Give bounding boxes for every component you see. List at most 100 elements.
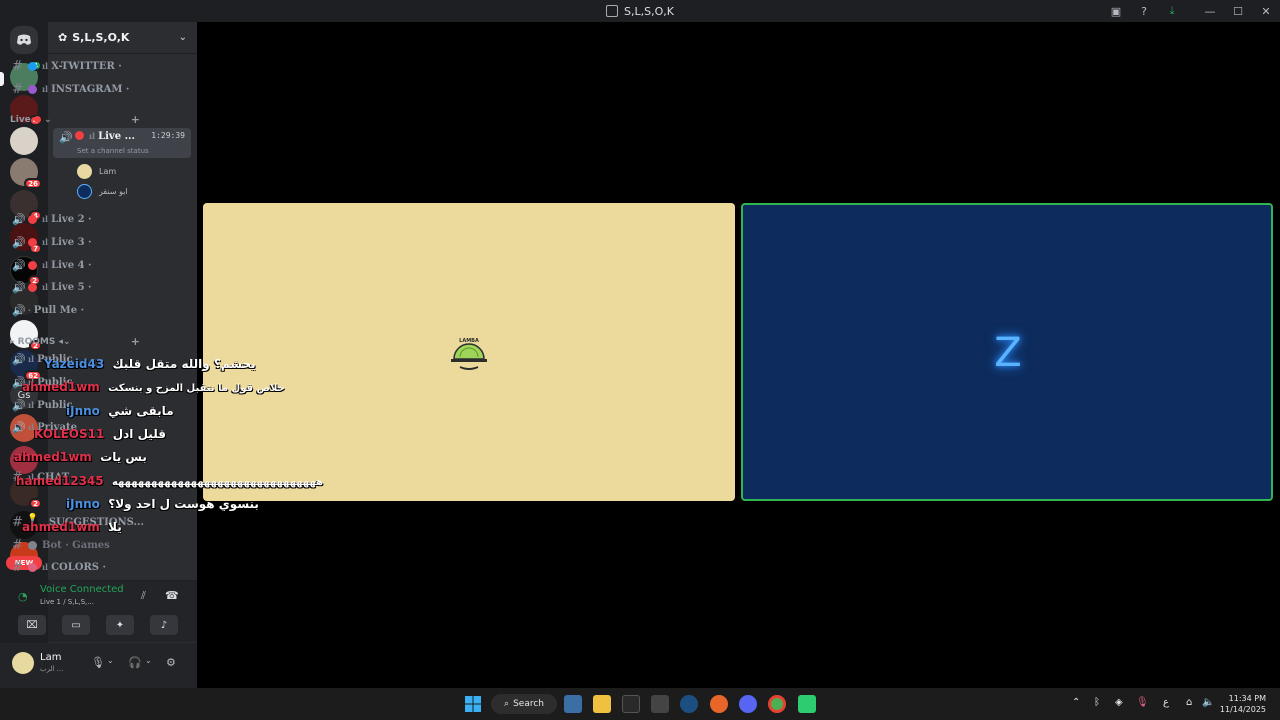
windows-taskbar [0,688,1280,720]
tray-microphone-icon[interactable]: 🎙 [1136,697,1149,708]
clock-date: 11/14/2025 [1219,705,1266,714]
close-button[interactable]: ✕ [1252,0,1280,22]
speaker-icon: 🔊 [59,131,73,144]
server-name: S,L,S,O,K [72,31,130,44]
chrome-icon[interactable] [768,695,786,713]
noise-suppression-icon[interactable]: ⫽ [141,589,146,603]
category-rooms[interactable]: ▸ ROOMS ◂⌄ + [10,335,140,348]
user-status: الرب ... [40,665,64,673]
unread-badge: 26 [24,178,42,189]
minimize-button[interactable]: — [1196,0,1224,22]
svg-text:LAMBA: LAMBA [459,338,479,344]
taskbar-search[interactable]: ⌕ Search [491,694,557,714]
chevron-down-icon: ⌄ [178,32,187,43]
live-dot-icon [28,237,37,247]
wifi-icon[interactable]: ⌂ [1186,697,1192,708]
channel-colors[interactable]: # ıl COLORS · [6,557,144,577]
category-live[interactable]: Live ⌄ + [10,113,140,126]
app-icon[interactable] [798,695,816,713]
search-icon: ⌕ [504,699,510,709]
speaker-icon: 🔊 [12,303,26,317]
discord-taskbar-icon[interactable] [739,695,757,713]
disconnect-icon[interactable]: ☎ [165,589,179,602]
channel-live-5[interactable]: 🔊 ıl Live 5 · [6,277,144,297]
server-icon[interactable]: 26 [10,158,42,189]
signal-icon[interactable]: ◔ [18,590,28,603]
hash-icon: # [12,537,23,553]
tray-language[interactable]: ع [1163,697,1169,708]
file-explorer-icon[interactable] [593,695,611,713]
chevron-down-icon[interactable]: ⌄ [107,656,114,665]
user-name[interactable]: Lam [40,652,61,663]
voice-connected-title[interactable]: Voice Connected [40,584,124,595]
bot-icon [28,540,37,550]
add-channel-icon[interactable]: + [131,335,140,348]
windows-start-icon[interactable] [464,695,482,713]
download-icon[interactable]: ⤓ [1158,0,1186,22]
unread-badge: 2 [29,498,42,509]
channel-instagram[interactable]: # ıl INSTAGRAM · [6,79,144,99]
chat-overlay-message: hamed12345 ههههههههههههههههههههههههههههه… [16,474,324,488]
settings-gear-icon[interactable]: ⚙ [166,656,176,669]
app-icon [606,5,619,17]
channel-status[interactable]: Set a channel status [77,147,149,155]
hash-icon: # [12,559,23,575]
live-dot-icon [75,131,84,140]
lamb-avatar-logo: LAMBA [448,335,490,373]
clock-time: 11:34 PM [1228,694,1266,703]
chat-overlay-message: ahmed1wm بس يات [14,450,147,464]
help-icon[interactable]: ? [1130,0,1158,22]
twitter-icon [28,61,37,71]
live-dot-icon [28,214,37,224]
chat-overlay-message: ahmed1wm يلا [22,520,122,534]
tray-chevron-up-icon[interactable]: ⌃ [1072,697,1080,708]
microphone-icon[interactable]: 🎙 [91,656,105,669]
voice-member[interactable]: ابو سنقر [77,182,128,200]
hash-icon: # [12,58,23,74]
headphones-icon[interactable]: 🎧 [128,656,142,669]
chevron-down-icon[interactable]: ⌄ [145,656,152,665]
tray-network-app-icon[interactable]: ◈ [1115,697,1123,708]
store-icon[interactable] [564,695,582,713]
chat-overlay-message: ahmed1wm خلاص قول ما نتقبل المزح و بنسكت [22,380,285,394]
chat-overlay-message: iJnno مابقى شي [66,404,174,418]
discord-home-button[interactable] [10,26,38,54]
camera-off-button[interactable]: ⌧ [18,615,46,635]
chat-overlay-message: KOLEOS11 قليل ادل [34,427,166,441]
avatar [77,183,92,199]
tray-app-icon[interactable]: ᛒ [1094,697,1100,708]
channel-x-twitter[interactable]: # ıl X-TWITTER · [6,56,144,76]
channel-live-3[interactable]: 🔊 ıl Live 3 · [6,232,144,252]
server-badge-icon: ✿ [58,31,68,44]
channel-pull-me[interactable]: 🔊 · Pull Me · [6,300,144,320]
channel-bot-games[interactable]: # Bot · Games [6,535,144,555]
server-icon[interactable] [10,127,38,155]
inbox-icon[interactable]: ▣ [1102,0,1130,22]
soundboard-button[interactable]: ♪ [150,615,178,635]
speaker-icon: 🔊 [12,398,26,412]
channel-live-2[interactable]: 🔊 ıl Live 2 · [6,209,144,229]
hash-icon: # [12,81,23,97]
live-dot-icon [28,260,37,270]
screen-share-button[interactable]: ▭ [62,615,90,635]
add-channel-icon[interactable]: + [131,113,140,126]
app-icon[interactable] [651,695,669,713]
voice-channel-link[interactable]: Live 1 / S,L,S,... [40,598,94,606]
steam-icon[interactable] [680,695,698,713]
channel-live-4[interactable]: 🔊 ıl Live 4 · [6,255,144,275]
maximize-button[interactable]: ☐ [1224,0,1252,22]
avatar [77,163,92,179]
z-avatar-logo: Z [994,330,1022,376]
instagram-icon [28,84,37,94]
server-header[interactable]: ✿ S,L,S,O,K ⌄ [48,22,197,54]
voice-member[interactable]: Lam [77,162,116,180]
selected-server-indicator [0,72,4,86]
activities-button[interactable]: ✦ [106,615,134,635]
taskbar-clock[interactable]: 11:34 PM 11/14/2025 [1220,693,1266,715]
discord-icon [17,34,31,45]
firefox-icon[interactable] [710,695,728,713]
user-avatar[interactable] [12,652,34,674]
speaker-icon: 🔊 [12,235,26,249]
epic-games-icon[interactable] [622,695,640,713]
volume-icon[interactable]: 🔈 [1202,697,1214,708]
